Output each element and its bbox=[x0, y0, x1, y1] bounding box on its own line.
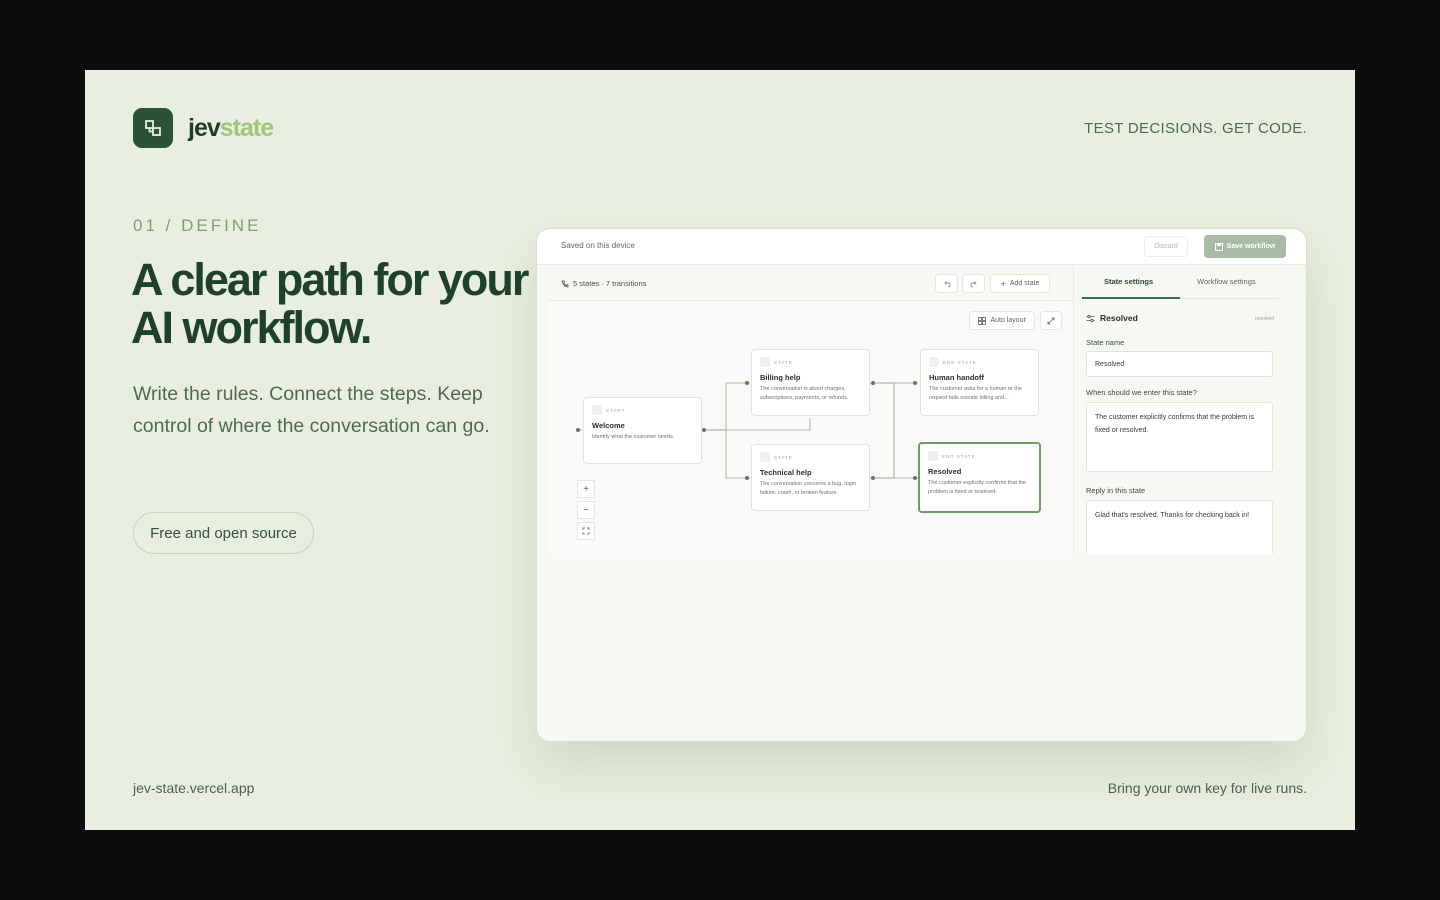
node-technical-help[interactable]: STATE Technical help The conversation co… bbox=[751, 444, 870, 511]
workflow-canvas[interactable]: Auto layout START Welcome Identify what … bbox=[549, 301, 1073, 555]
node-welcome[interactable]: START Welcome Identify what the customer… bbox=[583, 397, 702, 464]
selected-state-id: resolved bbox=[1255, 316, 1274, 322]
auto-layout-label: Auto layout bbox=[990, 317, 1026, 324]
node-tag-label: START bbox=[606, 407, 626, 413]
node-title: Technical help bbox=[760, 468, 812, 477]
check-icon bbox=[928, 451, 938, 461]
node-tag-label: STATE bbox=[774, 454, 793, 460]
node-resolved[interactable]: END STATE Resolved The customer explicit… bbox=[918, 442, 1041, 513]
node-desc: The customer asks for a human or the req… bbox=[929, 386, 1022, 401]
enter-condition-textarea[interactable]: The customer explicitly confirms that th… bbox=[1086, 402, 1273, 472]
node-tag-label: STATE bbox=[774, 359, 793, 365]
add-state-button[interactable]: + Add state bbox=[990, 274, 1050, 293]
fit-view-button[interactable] bbox=[577, 522, 595, 540]
settings-panel: State settings Workflow settings Resolve… bbox=[1073, 265, 1286, 555]
undo-icon bbox=[943, 280, 950, 287]
stats-label: 5 states · 7 transitions bbox=[573, 279, 647, 288]
minus-icon: − bbox=[583, 504, 589, 516]
state-icon bbox=[760, 357, 770, 367]
enter-condition-label: When should we enter this state? bbox=[1086, 388, 1197, 397]
node-desc: The conversation concerns a bug, login f… bbox=[760, 481, 857, 496]
logo bbox=[133, 108, 173, 148]
save-icon bbox=[1214, 242, 1223, 251]
subtitle: Write the rules. Connect the steps. Keep… bbox=[133, 383, 490, 437]
selected-state-header: Resolved bbox=[1086, 313, 1138, 323]
tagline: TEST DECISIONS. GET CODE. bbox=[1084, 120, 1307, 137]
node-tag: START bbox=[592, 405, 693, 415]
fit-icon bbox=[582, 527, 590, 535]
plus-icon: + bbox=[1000, 278, 1006, 289]
node-desc: Identify what the customer needs. bbox=[592, 434, 675, 440]
node-tag-label: END STATE bbox=[943, 359, 977, 365]
reply-textarea[interactable]: Glad that's resolved. Thanks for checkin… bbox=[1086, 500, 1273, 555]
save-workflow-button[interactable]: Save workflow bbox=[1204, 235, 1286, 258]
footer-note: Bring your own key for live runs. bbox=[1107, 780, 1307, 796]
active-tab-indicator bbox=[1082, 297, 1180, 299]
phone-icon bbox=[561, 280, 569, 287]
node-tag: STATE bbox=[760, 452, 861, 462]
flow-icon bbox=[145, 120, 161, 136]
section-eyebrow: 01 / DEFINE bbox=[133, 216, 262, 235]
plus-icon: + bbox=[583, 483, 589, 495]
tab-state-settings[interactable]: State settings bbox=[1104, 277, 1153, 286]
brand-part-2: state bbox=[219, 114, 274, 142]
node-title: Resolved bbox=[928, 467, 962, 476]
grid-icon bbox=[978, 316, 987, 325]
node-tag: END STATE bbox=[928, 451, 1031, 461]
discard-button[interactable]: Discard bbox=[1144, 236, 1188, 257]
redo-icon bbox=[970, 280, 977, 287]
node-tag: END STATE bbox=[929, 357, 1030, 367]
node-tag-label: END STATE bbox=[942, 453, 976, 459]
brand-name: jevstate bbox=[188, 114, 274, 143]
saved-status: Saved on this device bbox=[561, 241, 635, 250]
state-name-input[interactable]: Resolved bbox=[1086, 351, 1273, 377]
reply-label: Reply in this state bbox=[1086, 486, 1146, 495]
expand-icon bbox=[1047, 317, 1055, 324]
state-name-label: State name bbox=[1086, 338, 1125, 347]
slide: jevstate TEST DECISIONS. GET CODE. 01 / … bbox=[85, 70, 1355, 830]
canvas-toolbar: 5 states · 7 transitions + Add state bbox=[549, 265, 1073, 301]
redo-button[interactable] bbox=[962, 274, 985, 293]
sliders-icon bbox=[1086, 314, 1095, 322]
zoom-out-button[interactable]: − bbox=[577, 501, 595, 519]
brand-part-1: jev bbox=[188, 114, 221, 142]
start-icon bbox=[592, 405, 602, 415]
headline: A clear path for your AI workflow. bbox=[131, 254, 529, 353]
save-workflow-label: Save workflow bbox=[1226, 243, 1276, 250]
workflow-stats: 5 states · 7 transitions bbox=[561, 279, 646, 288]
node-desc: The customer explicitly confirms that th… bbox=[928, 480, 1027, 495]
auto-layout-button[interactable]: Auto layout bbox=[969, 311, 1035, 330]
zoom-in-button[interactable]: + bbox=[577, 480, 595, 498]
node-title: Welcome bbox=[592, 421, 625, 430]
expand-button[interactable] bbox=[1040, 311, 1062, 330]
app-screenshot: Saved on this device Discard Save workfl… bbox=[536, 228, 1307, 742]
node-billing-help[interactable]: STATE Billing help The conversation is a… bbox=[751, 349, 870, 416]
selected-state-title: Resolved bbox=[1100, 313, 1138, 323]
node-desc: The conversation is about charges, subsc… bbox=[760, 386, 849, 401]
check-icon bbox=[929, 357, 939, 367]
footer-url[interactable]: jev-state.vercel.app bbox=[133, 780, 254, 796]
state-icon bbox=[760, 452, 770, 462]
node-human-handoff[interactable]: END STATE Human handoff The customer ask… bbox=[920, 349, 1039, 416]
add-state-label: Add state bbox=[1009, 280, 1040, 287]
tab-workflow-settings[interactable]: Workflow settings bbox=[1197, 277, 1256, 286]
panel-tabs: State settings Workflow settings bbox=[1082, 265, 1279, 299]
node-tag: STATE bbox=[760, 357, 861, 367]
app-topbar: Saved on this device Discard Save workfl… bbox=[537, 229, 1306, 265]
node-title: Human handoff bbox=[929, 373, 984, 382]
undo-button[interactable] bbox=[935, 274, 958, 293]
node-title: Billing help bbox=[760, 373, 801, 382]
open-source-pill[interactable]: Free and open source bbox=[133, 512, 314, 554]
